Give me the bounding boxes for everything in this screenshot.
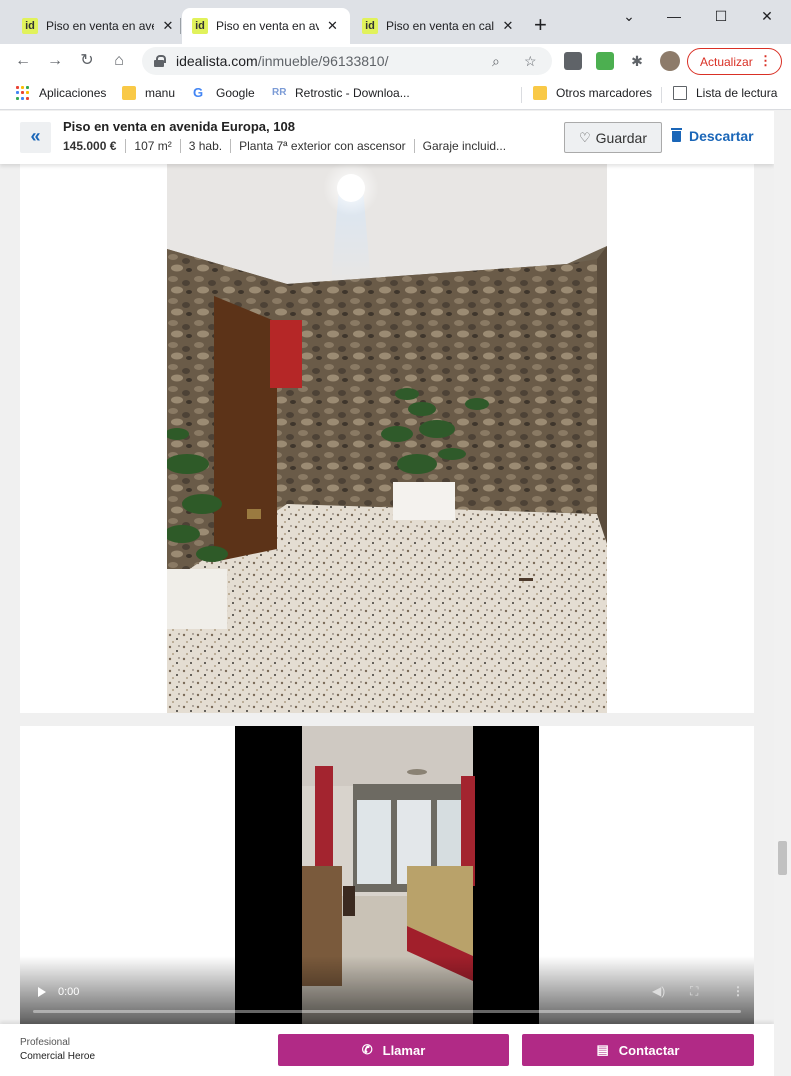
back-arrow-icon[interactable]: ←	[12, 50, 34, 72]
bookmark-retrostic[interactable]: RR Retrostic - Downloa...	[272, 86, 410, 100]
listing-garage: Garaje incluid...	[413, 139, 514, 153]
video-controls: 0:00 ◀) ⛶ ⋮	[20, 976, 754, 1026]
back-to-list-button[interactable]: «	[20, 122, 51, 153]
bookmark-other[interactable]: Otros marcadores	[533, 86, 652, 100]
bookmark-label: manu	[145, 86, 176, 100]
video-progress-bar[interactable]	[33, 1010, 741, 1013]
bookmark-label: Retrostic - Downloa...	[295, 86, 410, 100]
forward-arrow-icon[interactable]: →	[44, 50, 66, 72]
close-tab-icon[interactable]: ✕	[160, 18, 176, 34]
close-tab-icon[interactable]: ✕	[325, 18, 340, 34]
title-bar: id Piso en venta en avenida Europa, 108 …	[0, 0, 791, 44]
call-label: Llamar	[382, 1042, 426, 1058]
heart-icon: ♡	[578, 129, 591, 145]
url-host: idealista.com	[176, 53, 258, 69]
phone-icon: ✆	[361, 1042, 373, 1057]
bookmark-label: Otros marcadores	[556, 86, 653, 100]
video-card: 0:00 ◀) ⛶ ⋮	[20, 726, 754, 1026]
chat-icon: ▤	[596, 1042, 609, 1057]
listing-sticky-header: « Piso en venta en avenida Europa, 108 1…	[0, 111, 774, 164]
trash-icon	[671, 127, 682, 142]
tab-search-icon[interactable]: ⌄	[619, 8, 639, 25]
extension-0-icon[interactable]	[564, 52, 582, 70]
contact-button[interactable]: ▤ Contactar	[522, 1034, 754, 1066]
call-button[interactable]: ✆ Llamar	[278, 1034, 509, 1066]
save-label: Guardar	[595, 129, 647, 146]
extensions-puzzle-icon[interactable]: ✱	[626, 50, 648, 72]
listing-area: 107 m²	[125, 139, 179, 153]
idealista-favicon: id	[22, 18, 38, 34]
agency-name[interactable]: Comercial Heroe	[20, 1051, 95, 1062]
update-label: Actualizar	[700, 54, 753, 69]
profile-avatar[interactable]	[660, 51, 680, 71]
page-scrollbar[interactable]	[774, 111, 791, 1076]
contact-bar: Profesional Comercial Heroe ✆ Llamar ▤ C…	[0, 1024, 774, 1076]
extension-green-icon[interactable]	[596, 52, 614, 70]
listing-floor: Planta 7ª exterior con ascensor	[230, 139, 414, 153]
tab-2-active[interactable]: id Piso en venta en avenida Europa, 108 …	[182, 8, 350, 44]
tab-divider	[180, 18, 181, 34]
play-icon[interactable]	[38, 987, 46, 997]
bookmarks-divider	[661, 87, 662, 103]
browser-toolbar: ← → ↻ ⌂ idealista.com/inmueble/96133810/…	[0, 44, 791, 78]
scrollbar-thumb[interactable]	[778, 841, 787, 875]
idealista-favicon: id	[362, 18, 378, 34]
bookmark-apps[interactable]: Aplicaciones	[16, 86, 106, 100]
reload-icon[interactable]: ↻	[76, 50, 98, 72]
folder-icon	[122, 86, 136, 100]
bookmark-label: Aplicaciones	[39, 86, 107, 100]
new-tab-button[interactable]: +	[534, 14, 547, 36]
listing-photo-hallway[interactable]	[167, 164, 607, 713]
close-window-icon[interactable]: ✕	[757, 8, 777, 25]
address-bar[interactable]: idealista.com/inmueble/96133810/ ⌕ ☆	[142, 47, 552, 75]
lock-icon	[154, 55, 166, 67]
home-icon[interactable]: ⌂	[108, 50, 130, 72]
google-icon: G	[193, 85, 204, 100]
tab-title: Piso en venta en avenida Europa, 108	[46, 19, 154, 33]
page-viewport: 0:00 ◀) ⛶ ⋮ « Piso en venta en avenida E…	[0, 111, 774, 1076]
reading-list-icon	[673, 86, 687, 100]
bookmark-reading-list[interactable]: Lista de lectura	[673, 86, 777, 100]
save-button[interactable]: ♡ Guardar	[564, 122, 662, 153]
star-bookmark-icon[interactable]: ☆	[524, 53, 537, 70]
video-time: 0:00	[58, 986, 80, 998]
listing-facts: 145.000 € 107 m² 3 hab. Planta 7ª exteri…	[63, 139, 514, 153]
retrostic-icon: RR	[272, 87, 287, 98]
maximize-icon[interactable]: ☐	[711, 8, 731, 25]
bookmarks-bar: Aplicaciones manu G Google RR Retrostic …	[0, 78, 791, 110]
bookmark-manu[interactable]: manu	[122, 86, 175, 100]
bookmarks-divider	[521, 87, 522, 103]
bookmark-label: Google	[216, 86, 255, 100]
more-options-icon[interactable]: ⋮	[732, 984, 744, 998]
listing-title: Piso en venta en avenida Europa, 108	[63, 119, 295, 134]
tab-1[interactable]: id Piso en venta en avenida Europa, 108 …	[12, 8, 186, 44]
close-tab-icon[interactable]: ✕	[500, 18, 516, 34]
zoom-icon[interactable]: ⌕	[492, 53, 500, 70]
folder-icon	[533, 86, 547, 100]
hallway-photo-image	[167, 164, 607, 713]
minimize-icon[interactable]: —	[664, 8, 684, 24]
url-path: /inmueble/96133810/	[257, 53, 389, 69]
bookmark-google[interactable]: G Google	[193, 85, 255, 101]
fullscreen-icon[interactable]: ⛶	[690, 984, 698, 999]
menu-kebab-icon[interactable]: ⋮	[759, 53, 772, 69]
discard-label: Descartar	[689, 128, 754, 144]
professional-label: Profesional	[20, 1037, 71, 1048]
idealista-favicon: id	[192, 18, 208, 34]
volume-icon[interactable]: ◀)	[652, 984, 665, 998]
apps-grid-icon	[16, 86, 30, 100]
tab-3[interactable]: id Piso en venta en calle ✕	[352, 8, 526, 44]
tab-title: Piso en venta en avenida Europa, 108	[216, 19, 319, 33]
bookmark-label: Lista de lectura	[696, 86, 778, 100]
contact-label: Contactar	[618, 1042, 680, 1058]
listing-rooms: 3 hab.	[179, 139, 230, 153]
discard-button[interactable]: Descartar	[671, 127, 754, 144]
photo-card	[20, 151, 754, 713]
update-button[interactable]: Actualizar ⋮	[687, 48, 782, 75]
tab-title: Piso en venta en calle	[386, 19, 494, 33]
listing-price: 145.000 €	[63, 139, 117, 153]
